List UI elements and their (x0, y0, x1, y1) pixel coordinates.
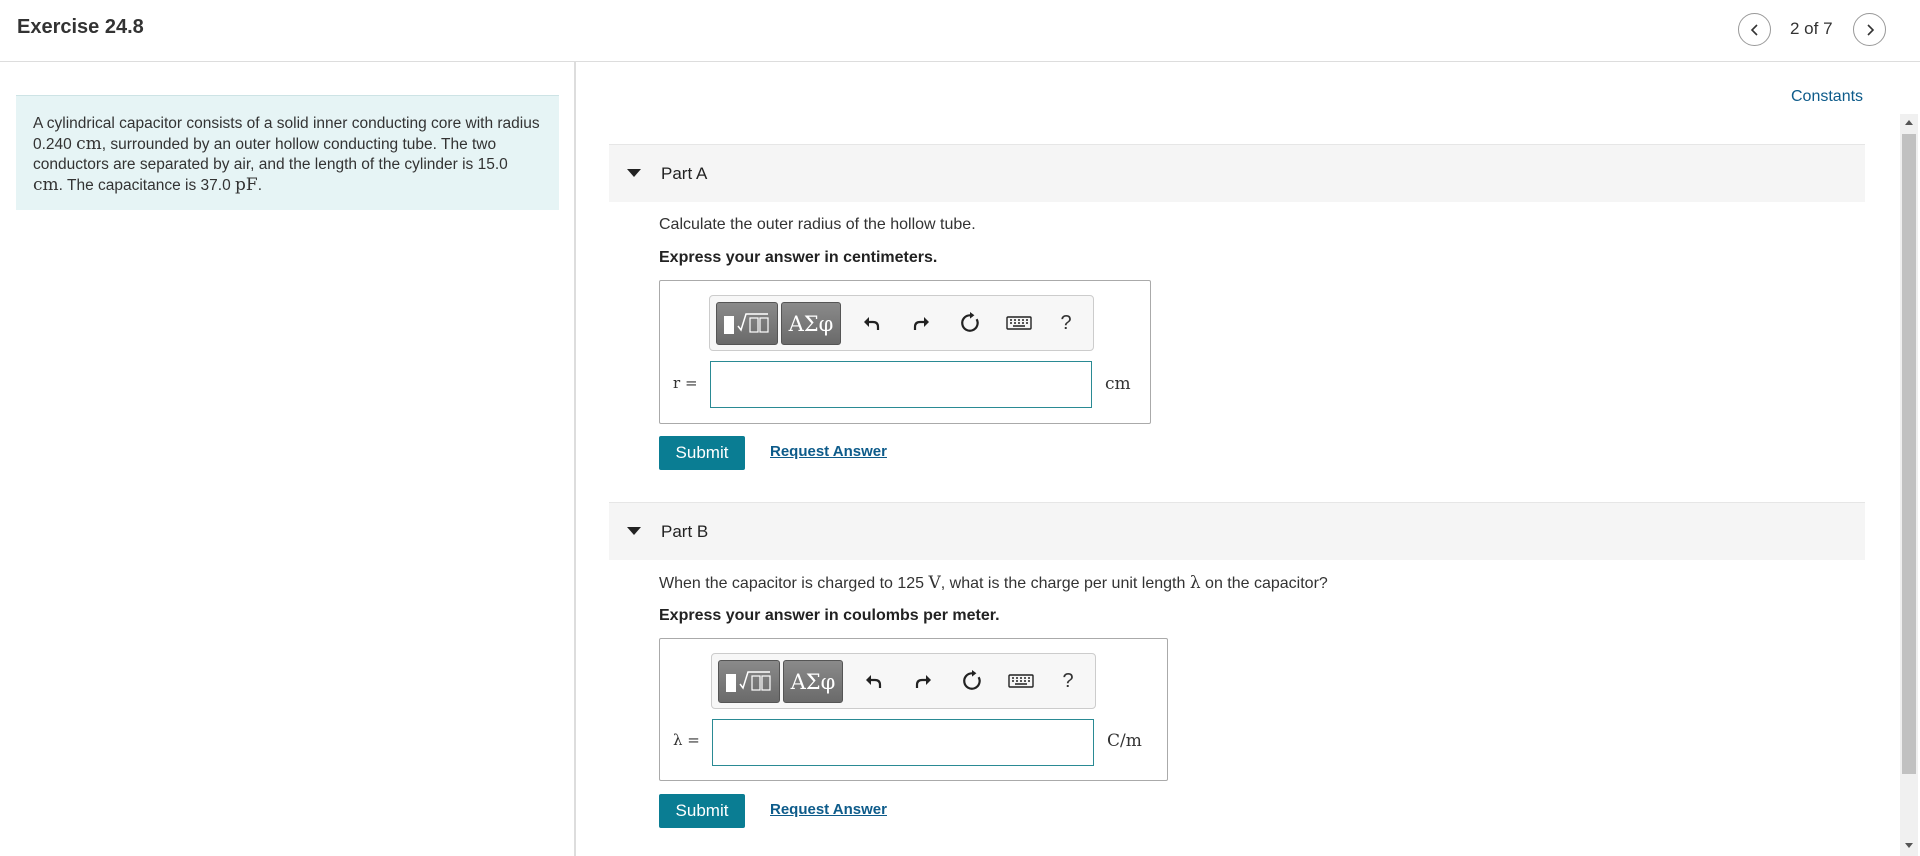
page-count: 2 of 7 (1790, 19, 1833, 38)
part-b-answer-box: ΑΣφ ? λ = C/m (659, 638, 1168, 781)
math-toolbar: ΑΣφ ? (711, 653, 1096, 709)
part-a-answer-box: ΑΣφ ? r = cm (659, 280, 1151, 424)
keyboard-icon[interactable] (1008, 668, 1034, 694)
undo-icon[interactable] (859, 310, 885, 336)
answer-input[interactable] (710, 361, 1092, 408)
problem-text: . The capacitance is 37.0 (58, 177, 236, 194)
previous-button[interactable] (1738, 13, 1771, 46)
redo-icon[interactable] (908, 310, 934, 336)
templates-button[interactable] (718, 660, 780, 703)
question-text: , what is the charge per unit length (940, 575, 1190, 592)
templates-icon (724, 312, 769, 334)
unit-label: C/m (1107, 731, 1142, 751)
templates-icon (726, 670, 771, 692)
problem-text: . (257, 177, 263, 194)
question-text: on the capacitor? (1200, 575, 1328, 592)
scrollbar[interactable] (1900, 114, 1918, 856)
part-b-question: When the capacitor is charged to 125 V, … (659, 573, 1328, 593)
chevron-left-icon (1750, 23, 1758, 36)
greek-symbols-button[interactable]: ΑΣφ (783, 660, 843, 703)
caret-down-icon (627, 169, 641, 177)
lambda-symbol: λ (1189, 573, 1201, 593)
reset-icon[interactable] (957, 310, 983, 336)
header: Exercise 24.8 2 of 7 (0, 0, 1920, 62)
undo-icon[interactable] (861, 668, 887, 694)
part-a-header[interactable]: Part A (609, 144, 1865, 202)
scroll-up-icon[interactable] (1905, 120, 1913, 125)
redo-icon[interactable] (910, 668, 936, 694)
chevron-right-icon (1866, 23, 1874, 36)
variable-label: r = (673, 374, 698, 392)
part-a-label: Part A (661, 164, 708, 183)
reset-icon[interactable] (959, 668, 985, 694)
problem-statement: A cylindrical capacitor consists of a so… (16, 95, 559, 210)
submit-button[interactable]: Submit (659, 436, 745, 470)
unit-cm: cm (33, 175, 59, 195)
question-text: When the capacitor is charged to 125 (659, 575, 929, 592)
constants-link[interactable]: Constants (1791, 88, 1863, 106)
pane-divider[interactable] (574, 62, 576, 856)
part-a-instruction: Express your answer in centimeters. (659, 249, 938, 266)
request-answer-link[interactable]: Request Answer (770, 801, 887, 818)
caret-down-icon (627, 527, 641, 535)
unit-label: cm (1105, 374, 1131, 394)
problem-text: , surrounded by an outer hollow conducti… (33, 136, 508, 173)
submit-button[interactable]: Submit (659, 794, 745, 828)
help-icon[interactable]: ? (1055, 668, 1081, 694)
unit-cm: cm (76, 134, 102, 154)
request-answer-link[interactable]: Request Answer (770, 443, 887, 460)
templates-button[interactable] (716, 302, 778, 345)
math-toolbar: ΑΣφ ? (709, 295, 1094, 351)
help-icon[interactable]: ? (1053, 310, 1079, 336)
unit-pf: pF (235, 175, 258, 195)
greek-symbols-button[interactable]: ΑΣφ (781, 302, 841, 345)
part-b-header[interactable]: Part B (609, 502, 1865, 560)
part-b-instruction: Express your answer in coulombs per mete… (659, 607, 1000, 624)
variable-label: λ = (673, 731, 700, 749)
unit-v: V (928, 573, 941, 593)
part-a-question: Calculate the outer radius of the hollow… (659, 216, 976, 233)
keyboard-icon[interactable] (1006, 310, 1032, 336)
page-title: Exercise 24.8 (17, 16, 144, 38)
part-b-label: Part B (661, 522, 709, 541)
scroll-down-icon[interactable] (1905, 843, 1913, 848)
scroll-thumb[interactable] (1902, 134, 1916, 774)
next-button[interactable] (1853, 13, 1886, 46)
answer-input[interactable] (712, 719, 1094, 766)
